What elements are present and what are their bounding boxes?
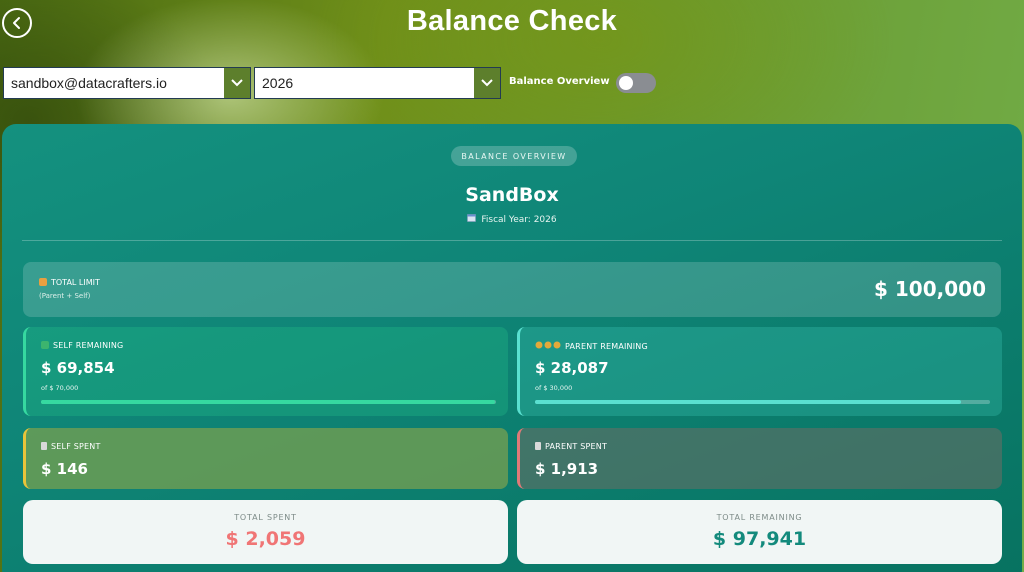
parent-remaining-progress (535, 400, 990, 404)
parent-spent-label: PARENT SPENT (545, 442, 608, 451)
company-name: SandBox (465, 184, 559, 206)
balance-overview-label: Balance Overview (509, 76, 610, 87)
self-spent-value: $ 146 (41, 460, 88, 478)
parent-remaining-card: PARENT REMAINING $ 28,087 of $ 30,000 (517, 327, 1002, 416)
self-spent-label-row: SELF SPENT (41, 442, 101, 451)
balance-overview-badge: BALANCE OVERVIEW (451, 146, 577, 166)
receipt-icon (535, 442, 541, 450)
page-title: Balance Check (406, 5, 618, 37)
parent-spent-card: PARENT SPENT $ 1,913 (517, 428, 1002, 489)
total-spent-label: TOTAL SPENT (234, 513, 297, 522)
parent-remaining-of: of $ 30,000 (535, 384, 573, 392)
self-remaining-label-row: SELF REMAINING (41, 341, 123, 350)
house-icon (39, 278, 47, 286)
coins-icon (535, 341, 561, 351)
balance-overview-toggle[interactable] (616, 73, 656, 93)
total-limit-subtitle: (Parent + Self) (39, 292, 91, 300)
total-limit-card: TOTAL LIMIT (Parent + Self) $ 100,000 (23, 262, 1001, 317)
self-spent-card: SELF SPENT $ 146 (23, 428, 508, 489)
self-remaining-progress (41, 400, 496, 404)
chevron-down-icon (481, 79, 493, 87)
account-dropdown[interactable]: sandbox@datacrafters.io (3, 67, 251, 99)
account-dropdown-toggle[interactable] (224, 68, 250, 98)
total-limit-label: TOTAL LIMIT (51, 278, 100, 287)
parent-remaining-label: PARENT REMAINING (565, 342, 648, 351)
check-icon (41, 341, 49, 349)
total-remaining-label: TOTAL REMAINING (716, 513, 803, 522)
parent-remaining-label-row: PARENT REMAINING (535, 341, 648, 351)
self-remaining-of: of $ 70,000 (41, 384, 79, 392)
calendar-icon (467, 213, 477, 225)
chevron-down-icon (231, 79, 243, 87)
self-spent-label: SELF SPENT (51, 442, 101, 451)
self-remaining-value: $ 69,854 (41, 359, 115, 377)
year-dropdown[interactable]: 2026 (254, 67, 501, 99)
parent-remaining-progress-fill (535, 400, 961, 404)
total-limit-value: $ 100,000 (874, 277, 986, 301)
self-remaining-progress-fill (41, 400, 496, 404)
parent-remaining-value: $ 28,087 (535, 359, 609, 377)
balance-card: BALANCE OVERVIEW SandBox Fiscal Year: 20… (2, 124, 1022, 572)
total-limit-label-row: TOTAL LIMIT (39, 278, 100, 287)
year-value: 2026 (262, 75, 294, 91)
total-remaining-card: TOTAL REMAINING $ 97,941 (517, 500, 1002, 564)
self-remaining-card: SELF REMAINING $ 69,854 of $ 70,000 (23, 327, 508, 416)
fiscal-year: Fiscal Year: 2026 (2, 213, 1022, 225)
parent-spent-label-row: PARENT SPENT (535, 442, 607, 451)
receipt-icon (41, 442, 47, 450)
toggle-knob (619, 76, 633, 90)
account-value: sandbox@datacrafters.io (11, 75, 167, 91)
divider (22, 240, 1002, 241)
self-remaining-label: SELF REMAINING (53, 341, 124, 350)
total-spent-value: $ 2,059 (225, 528, 306, 550)
year-dropdown-toggle[interactable] (474, 68, 500, 98)
fiscal-year-text: Fiscal Year: 2026 (481, 215, 557, 225)
total-remaining-value: $ 97,941 (712, 528, 807, 550)
total-spent-card: TOTAL SPENT $ 2,059 (23, 500, 508, 564)
parent-spent-value: $ 1,913 (535, 460, 599, 478)
